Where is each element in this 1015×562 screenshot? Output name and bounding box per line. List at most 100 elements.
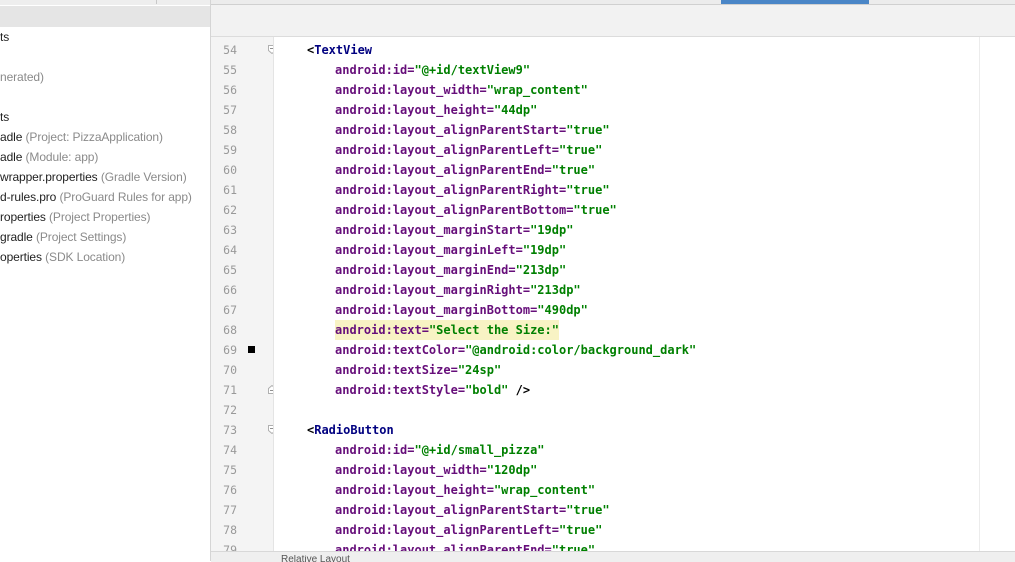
code-line[interactable]: android:layout_marginStart="19dp" xyxy=(335,220,573,240)
code-line[interactable]: android:id="@+id/small_pizza" xyxy=(335,440,545,460)
code-token-attr: :id= xyxy=(385,63,415,77)
code-token-val: "bold" xyxy=(465,383,509,397)
code-token-val: "true" xyxy=(558,523,603,537)
tree-item[interactable]: roperties (Project Properties) xyxy=(0,207,151,227)
editor-tab-strip xyxy=(211,0,1015,37)
tree-item-hint: (Project Properties) xyxy=(45,210,151,224)
code-token-attr: :layout_width= xyxy=(385,463,487,477)
code-token-val: "Select the Size:" xyxy=(428,323,559,337)
line-number: 71 xyxy=(223,383,237,397)
tree-item[interactable]: wrapper.properties (Gradle Version) xyxy=(0,167,187,187)
project-panel-toolbar xyxy=(0,0,210,5)
code-token-attr: :text= xyxy=(385,323,429,337)
code-token-attr: :layout_alignParentStart= xyxy=(385,503,567,517)
code-token-ns: android xyxy=(335,263,386,277)
tree-item-label: operties xyxy=(0,250,42,264)
code-token-ns: android xyxy=(335,363,386,377)
code-line[interactable]: android:layout_height="44dp" xyxy=(335,100,537,120)
code-token-attr: :layout_marginEnd= xyxy=(385,263,516,277)
code-line[interactable]: android:textColor="@android:color/backgr… xyxy=(335,340,696,360)
code-token-attr: :layout_height= xyxy=(385,103,494,117)
project-tree-panel: ts nerated) ts adle (Project: PizzaApplicat… xyxy=(0,0,211,561)
code-line[interactable]: android:layout_alignParentLeft="true" xyxy=(335,140,602,160)
tree-selected-row[interactable] xyxy=(0,6,210,27)
code-token-attr: :layout_marginBottom= xyxy=(385,303,538,317)
code-token-ns: android xyxy=(335,123,386,137)
code-token-attr: :layout_alignParentLeft= xyxy=(385,143,559,157)
tree-item[interactable]: operties (SDK Location) xyxy=(0,247,125,267)
tree-item-hint: (Module: app) xyxy=(22,150,99,164)
code-token-attr: :layout_height= xyxy=(385,483,494,497)
code-token-tag: RadioButton xyxy=(314,423,394,437)
code-line[interactable]: android:text="Select the Size:" xyxy=(335,320,559,340)
code-line[interactable]: android:layout_marginEnd="213dp" xyxy=(335,260,566,280)
code-token-attr: :layout_width= xyxy=(385,83,487,97)
code-token-val: "120dp" xyxy=(486,463,538,477)
code-token-val: "true" xyxy=(566,183,610,197)
line-number: 76 xyxy=(223,483,237,497)
code-token-attr: :textStyle= xyxy=(385,383,466,397)
line-number: 59 xyxy=(223,143,237,157)
tree-item[interactable]: ts xyxy=(0,107,9,127)
code-line[interactable]: android:layout_height="wrap_content" xyxy=(335,480,595,500)
tree-item[interactable]: adle (Project: PizzaApplication) xyxy=(0,127,163,147)
code-token-ns: android xyxy=(335,383,386,397)
line-number: 58 xyxy=(223,123,237,137)
code-line[interactable]: android:layout_alignParentBottom="true" xyxy=(335,200,617,220)
change-marker-icon[interactable] xyxy=(248,346,255,353)
line-number: 60 xyxy=(223,163,237,177)
code-token-attr: :layout_alignParentEnd= xyxy=(385,163,552,177)
code-token-attr: :layout_alignParentStart= xyxy=(385,123,567,137)
tree-item-hint: nerated) xyxy=(0,70,44,84)
line-number: 75 xyxy=(223,463,237,477)
code-token-attr: :layout_marginLeft= xyxy=(385,243,523,257)
code-line[interactable]: android:textStyle="bold" /> xyxy=(335,380,530,400)
line-number: 62 xyxy=(223,203,237,217)
code-line[interactable]: android:layout_width="wrap_content" xyxy=(335,80,588,100)
code-line[interactable]: android:layout_alignParentRight="true" xyxy=(335,180,610,200)
line-number: 77 xyxy=(223,503,237,517)
line-number: 57 xyxy=(223,103,237,117)
code-line[interactable]: android:layout_width="120dp" xyxy=(335,460,537,480)
line-number: 69 xyxy=(223,343,237,357)
code-line[interactable]: android:layout_alignParentStart="true" xyxy=(335,500,610,520)
code-token-ns: android xyxy=(335,523,386,537)
code-line[interactable]: <TextView xyxy=(307,40,372,60)
active-tab-indicator[interactable] xyxy=(721,0,869,4)
line-number: 54 xyxy=(223,43,237,57)
code-line[interactable]: android:layout_marginLeft="19dp" xyxy=(335,240,566,260)
tree-item[interactable]: ts xyxy=(0,27,9,47)
code-line[interactable]: android:layout_alignParentStart="true" xyxy=(335,120,610,140)
tree-item[interactable]: d-rules.pro (ProGuard Rules for app) xyxy=(0,187,192,207)
line-number: 66 xyxy=(223,283,237,297)
code-line[interactable]: android:layout_marginBottom="490dp" xyxy=(335,300,588,320)
line-number: 78 xyxy=(223,523,237,537)
code-line[interactable]: android:layout_marginRight="213dp" xyxy=(335,280,581,300)
code-token-ns: android xyxy=(335,183,386,197)
right-margin-guide xyxy=(979,37,980,551)
code-token-attr: :id= xyxy=(385,443,415,457)
code-text-area[interactable]: <TextView android:id="@+id/textView9" andr… xyxy=(274,37,1015,551)
line-number: 70 xyxy=(223,363,237,377)
code-line[interactable]: android:textSize="24sp" xyxy=(335,360,501,380)
code-token-val: "@+id/textView9" xyxy=(414,63,531,77)
code-token-val: "@+id/small_pizza" xyxy=(414,443,545,457)
left-status-area xyxy=(0,551,210,561)
code-token-val: "24sp" xyxy=(457,363,502,377)
code-token-attr: :layout_alignParentBottom= xyxy=(385,203,574,217)
code-line[interactable]: android:id="@+id/textView9" xyxy=(335,60,530,80)
line-number: 67 xyxy=(223,303,237,317)
code-line[interactable]: android:layout_alignParentEnd="true" xyxy=(335,540,595,551)
tree-item-label: ts xyxy=(0,110,10,124)
toolbar-divider xyxy=(156,0,157,4)
code-token-attr: :layout_alignParentRight= xyxy=(385,183,567,197)
code-line[interactable]: <RadioButton xyxy=(307,420,394,440)
code-line[interactable]: android:layout_alignParentEnd="true" xyxy=(335,160,595,180)
tree-item[interactable]: adle (Module: app) xyxy=(0,147,98,167)
tree-item-label: ts xyxy=(0,30,10,44)
code-line[interactable]: android:layout_alignParentLeft="true" xyxy=(335,520,602,540)
tree-item[interactable]: gradle (Project Settings) xyxy=(0,227,126,247)
code-token-val: "true" xyxy=(551,163,596,177)
tree-item[interactable]: nerated) xyxy=(0,67,44,87)
tree-item-hint: (Gradle Version) xyxy=(97,170,187,184)
